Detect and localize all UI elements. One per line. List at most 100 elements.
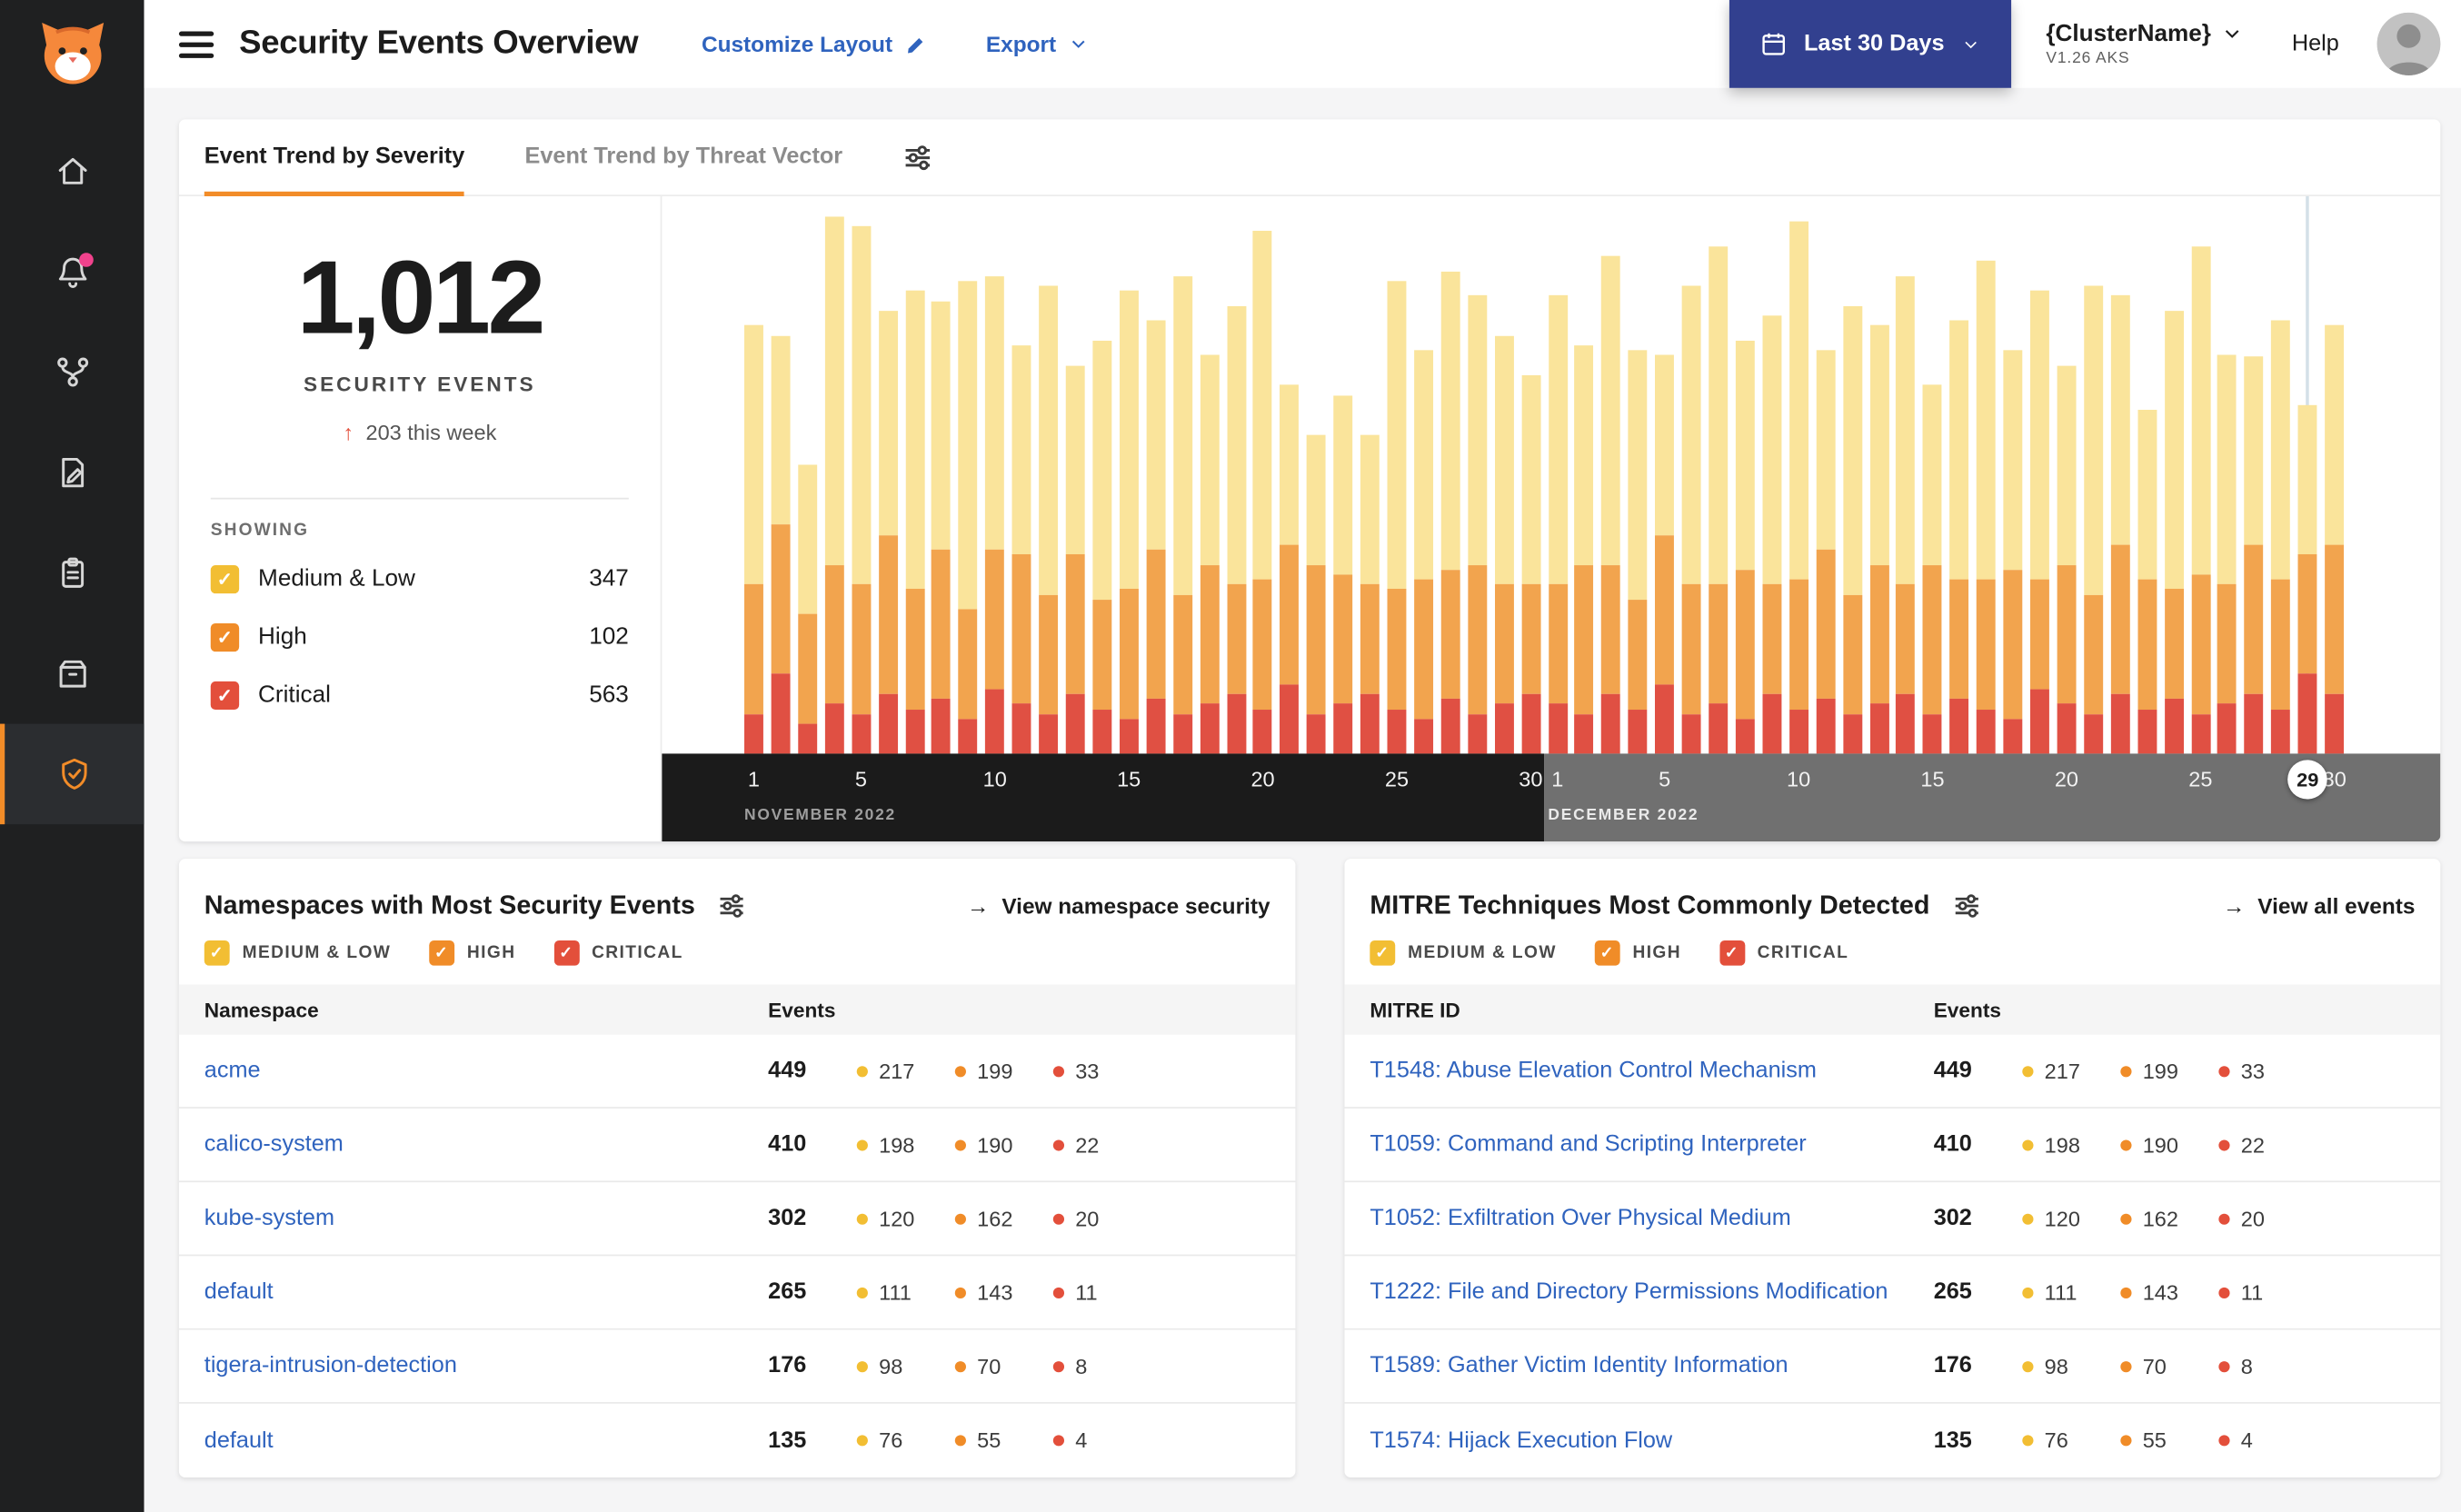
chart-bar[interactable] <box>1360 196 1380 754</box>
sidebar-item-image-assurance[interactable] <box>0 623 144 724</box>
chart-bar[interactable] <box>1709 196 1729 754</box>
chart-bar[interactable] <box>2217 196 2237 754</box>
chart-bar[interactable] <box>1788 196 1808 754</box>
row-link[interactable]: kube-system <box>204 1206 768 1231</box>
chart-bar[interactable] <box>2325 196 2345 754</box>
chart-bar[interactable] <box>1119 196 1139 754</box>
chart-bar[interactable] <box>1333 196 1353 754</box>
chart-bar[interactable] <box>1977 196 1996 754</box>
mitre-settings-button[interactable] <box>1952 891 1980 920</box>
cluster-selector[interactable]: {ClusterName} V1.26 AKS <box>2046 20 2244 67</box>
view-all-events-link[interactable]: → View all events <box>2223 893 2415 919</box>
view-namespace-security-link[interactable]: → View namespace security <box>967 893 1270 919</box>
chart-bar[interactable] <box>1681 196 1701 754</box>
sidebar-item-home[interactable] <box>0 121 144 222</box>
severity-checkbox-critical[interactable]: ✓ <box>553 940 580 966</box>
selected-day-marker[interactable]: 29 <box>2287 760 2328 800</box>
chart-bar[interactable] <box>1548 196 1568 754</box>
chart-bar[interactable] <box>2030 196 2049 754</box>
chart-bar[interactable] <box>985 196 1005 754</box>
chart-bar[interactable] <box>1949 196 1969 754</box>
namespaces-settings-button[interactable] <box>717 891 745 920</box>
chart-bar[interactable] <box>1172 196 1192 754</box>
sidebar-item-service-graph[interactable] <box>0 322 144 423</box>
chart-bar[interactable] <box>771 196 791 754</box>
row-link[interactable]: T1574: Hijack Execution Flow <box>1370 1428 1933 1454</box>
row-link[interactable]: T1589: Gather Victim Identity Informatio… <box>1370 1353 1933 1378</box>
severity-checkbox-medium_low[interactable]: ✓ <box>1370 940 1396 966</box>
chart-bar[interactable] <box>1387 196 1407 754</box>
hamburger-menu-button[interactable] <box>178 30 214 58</box>
chart-bar[interactable] <box>878 196 898 754</box>
severity-checkbox-medium_low[interactable]: ✓ <box>204 940 230 966</box>
severity-checkbox-high[interactable]: ✓ <box>1594 940 1620 966</box>
chart-bar[interactable] <box>2003 196 2023 754</box>
calico-cat-logo[interactable] <box>34 15 110 99</box>
severity-checkbox-critical[interactable]: ✓ <box>1719 940 1745 966</box>
row-link[interactable]: T1222: File and Directory Permissions Mo… <box>1370 1279 1933 1305</box>
chart-bar[interactable] <box>1226 196 1246 754</box>
chart-bar[interactable] <box>2271 196 2291 754</box>
chart-bar[interactable] <box>2057 196 2077 754</box>
chart-bar[interactable] <box>2244 196 2264 754</box>
chart-bar[interactable] <box>2190 196 2210 754</box>
row-link[interactable]: T1052: Exfiltration Over Physical Medium <box>1370 1206 1933 1231</box>
chart-bar[interactable] <box>797 196 817 754</box>
tab-event-trend-by-threat-vector[interactable]: Event Trend by Threat Vector <box>525 119 843 194</box>
chart-bar[interactable] <box>1735 196 1755 754</box>
row-link[interactable]: default <box>204 1279 768 1305</box>
chart-bar[interactable] <box>824 196 844 754</box>
chart-bar[interactable] <box>1896 196 1916 754</box>
chart-bar[interactable] <box>1280 196 1300 754</box>
chart-bar[interactable] <box>1655 196 1675 754</box>
sidebar-item-threat-defense[interactable] <box>0 723 144 825</box>
chart-bar[interactable] <box>1494 196 1514 754</box>
chart-bar[interactable] <box>1413 196 1433 754</box>
chart-bar[interactable] <box>1574 196 1594 754</box>
user-avatar[interactable] <box>2376 12 2441 75</box>
chart-bar[interactable] <box>1146 196 1166 754</box>
chart-bar[interactable] <box>1253 196 1273 754</box>
chart-bar[interactable] <box>1869 196 1889 754</box>
tab-event-trend-by-severity[interactable]: Event Trend by Severity <box>204 119 465 196</box>
customize-layout-button[interactable]: Customize Layout <box>702 32 929 56</box>
chart-bar[interactable] <box>2083 196 2103 754</box>
chart-bar[interactable] <box>2110 196 2130 754</box>
severity-checkbox-critical[interactable]: ✓ <box>210 681 240 710</box>
chart-bar[interactable] <box>958 196 978 754</box>
chart-bar[interactable] <box>932 196 952 754</box>
row-link[interactable]: calico-system <box>204 1132 768 1158</box>
chart-bar[interactable] <box>2297 196 2317 754</box>
chart-bar[interactable] <box>1092 196 1112 754</box>
chart-bar[interactable] <box>1628 196 1648 754</box>
chart-bar[interactable] <box>1200 196 1220 754</box>
chart-bar[interactable] <box>2137 196 2157 754</box>
severity-checkbox-medium_low[interactable]: ✓ <box>210 564 240 593</box>
date-range-button[interactable]: Last 30 Days <box>1729 0 2012 88</box>
sidebar-item-notifications[interactable] <box>0 222 144 323</box>
chart-bar[interactable] <box>904 196 924 754</box>
row-link[interactable]: tigera-intrusion-detection <box>204 1353 768 1378</box>
chart-bar[interactable] <box>744 196 763 754</box>
chart-bar[interactable] <box>1065 196 1085 754</box>
row-link[interactable]: acme <box>204 1059 768 1084</box>
chart-bar[interactable] <box>1039 196 1059 754</box>
row-link[interactable]: T1059: Command and Scripting Interpreter <box>1370 1132 1933 1158</box>
severity-checkbox-high[interactable]: ✓ <box>210 622 240 652</box>
chart-bar[interactable] <box>1601 196 1621 754</box>
sidebar-item-policies[interactable] <box>0 423 144 523</box>
chart-bar[interactable] <box>1842 196 1862 754</box>
severity-checkbox-high[interactable]: ✓ <box>429 940 454 966</box>
chart-bar[interactable] <box>1520 196 1540 754</box>
help-link[interactable]: Help <box>2292 32 2339 57</box>
chart-bar[interactable] <box>1011 196 1031 754</box>
chart-bar[interactable] <box>1307 196 1326 754</box>
row-link[interactable]: T1548: Abuse Elevation Control Mechanism <box>1370 1059 1933 1084</box>
chart-bar[interactable] <box>1923 196 1942 754</box>
chart-bar[interactable] <box>1467 196 1487 754</box>
chart-settings-button[interactable] <box>902 142 932 172</box>
sidebar-item-compliance[interactable] <box>0 522 144 623</box>
chart-bar[interactable] <box>1816 196 1836 754</box>
chart-bars-area[interactable] <box>662 195 2440 754</box>
chart-bar[interactable] <box>1762 196 1782 754</box>
